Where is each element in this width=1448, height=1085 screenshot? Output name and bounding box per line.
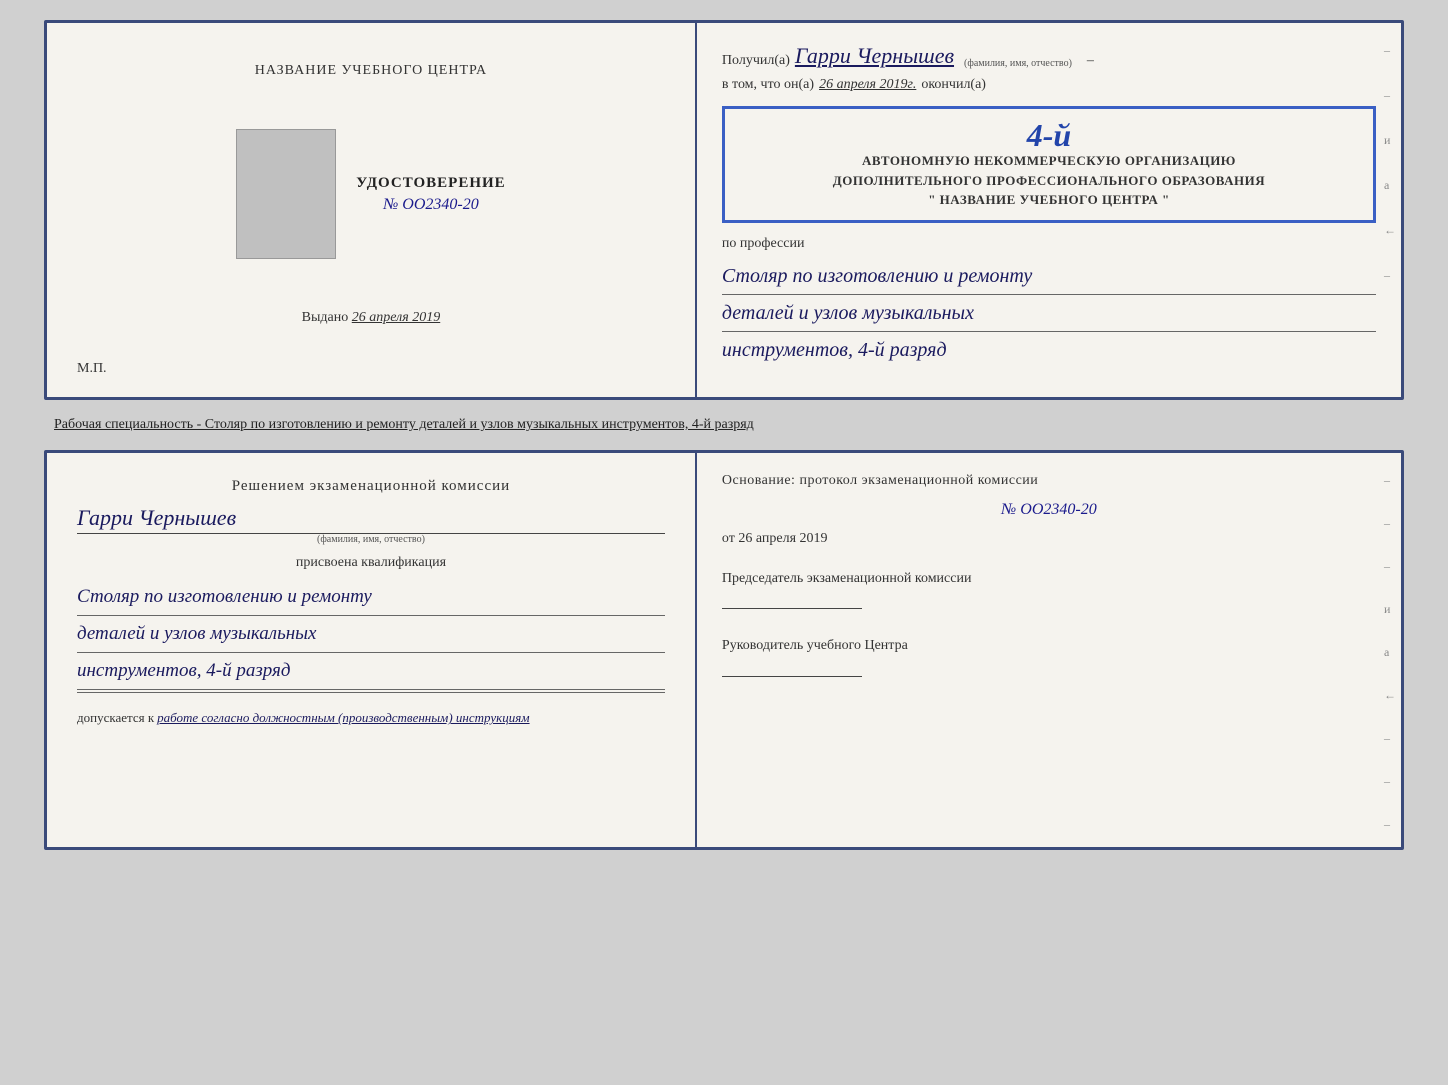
rukovoditel-block: Руководитель учебного Центра bbox=[722, 636, 1376, 677]
stamp-block: 4-й АВТОНОМНУЮ НЕКОММЕРЧЕСКУЮ ОРГАНИЗАЦИ… bbox=[722, 106, 1376, 223]
mp-label: М.П. bbox=[77, 361, 107, 377]
caption-text: Рабочая специальность - Столяр по изгото… bbox=[44, 410, 1404, 440]
qual-line3: инструментов, 4-й разряд bbox=[77, 655, 665, 690]
stamp-line1: АВТОНОМНУЮ НЕКОММЕРЧЕСКУЮ ОРГАНИЗАЦИЮ bbox=[740, 151, 1358, 171]
bottom-name-hint: (фамилия, имя, отчество) bbox=[77, 534, 665, 545]
udostoverenie-block: УДОСТОВЕРЕНИЕ № OO2340-20 bbox=[356, 175, 506, 214]
prisvoena-text: присвоена квалификация bbox=[77, 555, 665, 571]
document-container: НАЗВАНИЕ УЧЕБНОГО ЦЕНТРА УДОСТОВЕРЕНИЕ №… bbox=[44, 20, 1404, 850]
side-marks-bottom-right: – – – и а ← – – – bbox=[1384, 473, 1396, 832]
osnovaniye-text: Основание: протокол экзаменационной коми… bbox=[722, 473, 1376, 489]
predsedatel-title: Председатель экзаменационной комиссии bbox=[722, 569, 1376, 589]
profession-line1-top: Столяр по изготовлению и ремонту bbox=[722, 260, 1376, 295]
cert-top-right: Получил(а) Гарри Чернышев (фамилия, имя,… bbox=[697, 23, 1401, 397]
udostoverenie-title: УДОСТОВЕРЕНИЕ bbox=[356, 175, 506, 192]
bottom-name-block: Гарри Чернышев (фамилия, имя, отчество) bbox=[77, 505, 665, 545]
resheniem-text: Решением экзаменационной комиссии bbox=[77, 478, 665, 495]
dopuskaetsya-block: допускается к работе согласно должностны… bbox=[77, 710, 665, 726]
name-hint-top: (фамилия, имя, отчество) bbox=[964, 58, 1072, 69]
bottom-certificate: Решением экзаменационной комиссии Гарри … bbox=[44, 450, 1404, 850]
rukovoditel-title: Руководитель учебного Центра bbox=[722, 636, 1376, 656]
udostoverenie-number: № OO2340-20 bbox=[356, 196, 506, 214]
bottom-recipient-name: Гарри Чернышев bbox=[77, 505, 665, 534]
qual-line2: деталей и узлов музыкальных bbox=[77, 618, 665, 653]
stamp-line2: ДОПОЛНИТЕЛЬНОГО ПРОФЕССИОНАЛЬНОГО ОБРАЗО… bbox=[740, 171, 1358, 191]
qual-line1: Столяр по изготовлению и ремонту bbox=[77, 581, 665, 616]
vydano-date: 26 апреля 2019 bbox=[352, 310, 440, 325]
profession-line3-top: инструментов, 4-й разряд bbox=[722, 334, 1376, 366]
bottom-number: № OO2340-20 bbox=[722, 501, 1376, 519]
rukovoditel-signature-line bbox=[722, 676, 862, 677]
profession-block-top: Столяр по изготовлению и ремонту деталей… bbox=[722, 260, 1376, 366]
po-professii-label: по профессии bbox=[722, 236, 1376, 252]
cert-bottom-right: Основание: протокол экзаменационной коми… bbox=[697, 453, 1401, 847]
vtom-line: в том, что он(а) 26 апреля 2019г. окончи… bbox=[722, 77, 1376, 93]
cert-bottom-left: Решением экзаменационной комиссии Гарри … bbox=[47, 453, 697, 847]
predsedatel-block: Председатель экзаменационной комиссии bbox=[722, 569, 1376, 610]
stamp-line3: " НАЗВАНИЕ УЧЕБНОГО ЦЕНТРА " bbox=[740, 190, 1358, 210]
side-marks-top: – – и а ← – bbox=[1384, 43, 1396, 283]
qualification-block: Столяр по изготовлению и ремонту деталей… bbox=[77, 581, 665, 696]
vydano-block: Выдано 26 апреля 2019 bbox=[302, 310, 441, 326]
cert-top-left: НАЗВАНИЕ УЧЕБНОГО ЦЕНТРА УДОСТОВЕРЕНИЕ №… bbox=[47, 23, 697, 397]
photo-placeholder bbox=[236, 129, 336, 259]
top-certificate: НАЗВАНИЕ УЧЕБНОГО ЦЕНТРА УДОСТОВЕРЕНИЕ №… bbox=[44, 20, 1404, 400]
profession-line2-top: деталей и узлов музыкальных bbox=[722, 297, 1376, 332]
recipient-name-top: Гарри Чернышев bbox=[795, 43, 954, 69]
org-name-top: НАЗВАНИЕ УЧЕБНОГО ЦЕНТРА bbox=[255, 63, 487, 79]
predsedatel-signature-line bbox=[722, 608, 862, 609]
ot-date-block: от 26 апреля 2019 bbox=[722, 531, 1376, 547]
vtom-date: 26 апреля 2019г. bbox=[819, 77, 916, 93]
dopuskaetsya-value: работе согласно должностным (производств… bbox=[157, 710, 529, 726]
stamp-year: 4-й bbox=[740, 119, 1358, 151]
poluchil-line: Получил(а) Гарри Чернышев (фамилия, имя,… bbox=[722, 43, 1376, 69]
